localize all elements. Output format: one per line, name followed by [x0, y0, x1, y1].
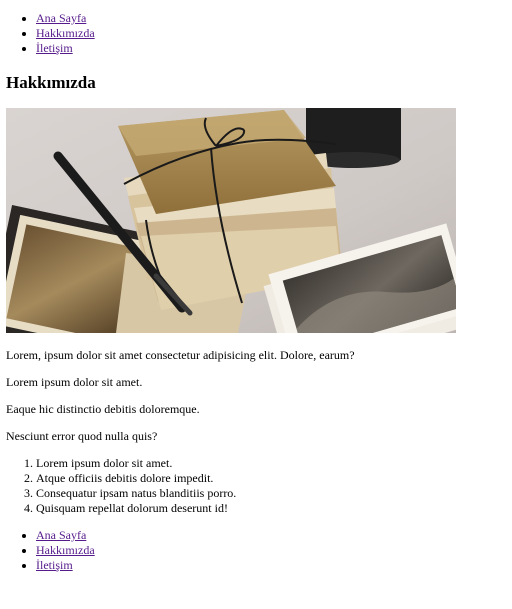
page-title: Hakkımızda — [6, 73, 96, 92]
nav-link-home[interactable]: Ana Sayfa — [36, 11, 86, 25]
nav-item-home: Ana Sayfa — [36, 11, 95, 26]
footer-link-contact[interactable]: İletişim — [36, 558, 73, 572]
ordered-list: Lorem ipsum dolor sit amet. Atque offici… — [6, 456, 236, 516]
list-item: Consequatur ipsam natus blanditiis porro… — [36, 486, 236, 501]
footer-nav-item-home: Ana Sayfa — [36, 528, 95, 543]
footer-link-home[interactable]: Ana Sayfa — [36, 528, 86, 542]
footer-link-about[interactable]: Hakkımızda — [36, 543, 95, 557]
list-item: Quisquam repellat dolorum deserunt id! — [36, 501, 236, 516]
nav-link-about[interactable]: Hakkımızda — [36, 26, 95, 40]
nav-item-contact: İletişim — [36, 41, 95, 56]
footer-nav-item-contact: İletişim — [36, 558, 95, 573]
top-nav: Ana Sayfa Hakkımızda İletişim — [6, 11, 95, 56]
nav-item-about: Hakkımızda — [36, 26, 95, 41]
paragraph-1: Lorem, ipsum dolor sit amet consectetur … — [6, 348, 355, 362]
footer-nav-item-about: Hakkımızda — [36, 543, 95, 558]
hero-image — [6, 108, 456, 333]
bottom-nav: Ana Sayfa Hakkımızda İletişim — [6, 528, 95, 573]
list-item: Atque officiis debitis dolore impedit. — [36, 471, 236, 486]
nav-link-contact[interactable]: İletişim — [36, 41, 73, 55]
list-item: Lorem ipsum dolor sit amet. — [36, 456, 236, 471]
paragraph-3: Eaque hic distinctio debitis doloremque. — [6, 402, 200, 416]
paragraph-4: Nesciunt error quod nulla quis? — [6, 429, 158, 443]
paragraph-2: Lorem ipsum dolor sit amet. — [6, 375, 143, 389]
